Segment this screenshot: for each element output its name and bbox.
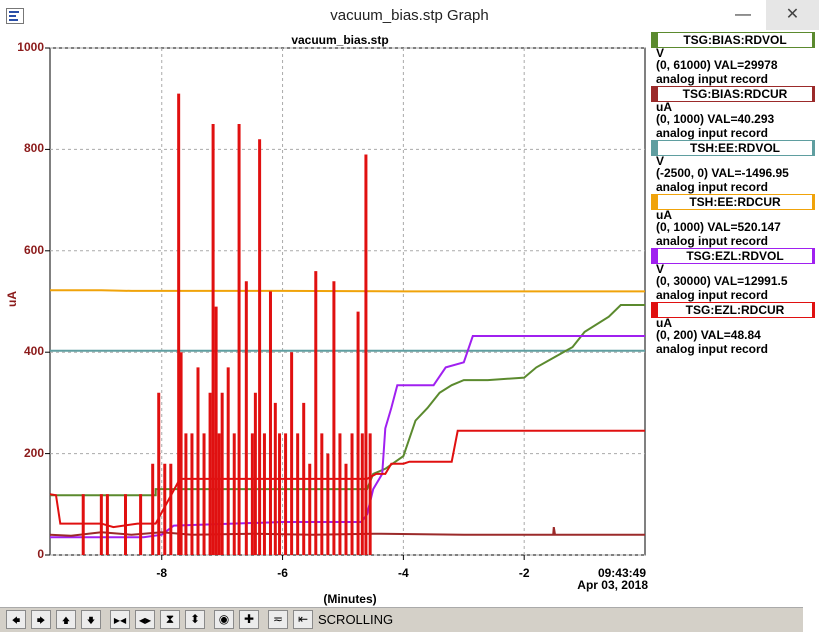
zoom-in-y-button[interactable]: ⧗ [160, 610, 180, 629]
legend-range-value: (-2500, 0) VAL=-1496.95 [656, 166, 789, 180]
y-tick-label: 800 [23, 141, 44, 156]
scroll-left-button[interactable]: 🡄 [6, 610, 26, 629]
x-axis-label: (Minutes) [323, 592, 377, 606]
crosshair-button[interactable]: ✚ [239, 610, 259, 629]
autoscale-icon: ≂ [272, 612, 284, 626]
close-button[interactable]: ✕ [766, 0, 819, 30]
legend-record-type: analog input record [656, 234, 769, 248]
minimize-button[interactable]: — [720, 0, 766, 30]
legend-range-value: (0, 1000) VAL=40.293 [656, 112, 775, 126]
plot-canvas[interactable] [0, 32, 650, 607]
x-tick-label: -8 [156, 566, 168, 580]
legend-item[interactable]: TSG:BIAS:RDVOL V (0, 61000) VAL=29978 analo… [651, 32, 819, 86]
y-axis-label: uA [5, 291, 19, 307]
title-bar: vacuum_bias.stp Graph — ✕ [0, 0, 819, 32]
legend-pv-name[interactable]: TSH:EE:RDCUR [651, 194, 815, 210]
crosshair-icon: ✚ [243, 612, 255, 626]
legend-item[interactable]: TSH:EE:RDVOL V (-2500, 0) VAL=-1496.95 anal… [651, 140, 819, 194]
legend-record-type: analog input record [656, 342, 769, 356]
legend-item[interactable]: TSG:EZL:RDCUR uA (0, 200) VAL=48.84 analog … [651, 302, 819, 356]
legend-record-type: analog input record [656, 288, 769, 302]
y-tick-label: 200 [23, 445, 44, 460]
x-tick-label: -4 [398, 566, 409, 580]
target-icon: ◉ [218, 612, 230, 626]
legend-pv-name[interactable]: TSH:EE:RDVOL [651, 140, 815, 156]
legend-item[interactable]: TSG:EZL:RDVOL V (0, 30000) VAL=12991.5 anal… [651, 248, 819, 302]
scroll-up-button[interactable]: 🡅 [56, 610, 76, 629]
legend-record-type: analog input record [656, 126, 769, 140]
arrow-left-icon: 🡄 [11, 616, 21, 625]
y-tick-label: 1000 [17, 40, 44, 54]
zoom-out-y-button[interactable]: ⬍ [185, 610, 205, 629]
legend-record-type: analog input record [656, 72, 769, 86]
toolbar: SCROLLING 🡄 🡆 🡅 🡇 ▶◀ ◀▶ ⧗ ⬍ ◉ ✚ ≂ ⇤ [0, 607, 803, 632]
legend-pv-name[interactable]: TSG:BIAS:RDVOL [651, 32, 815, 48]
arrow-down-icon: 🡇 [86, 616, 96, 625]
scroll-right-button[interactable]: 🡆 [31, 610, 51, 629]
legend-item[interactable]: TSH:EE:RDCUR uA (0, 1000) VAL=520.147 analo… [651, 194, 819, 248]
arrow-up-icon: 🡅 [61, 616, 71, 625]
scroll-mode-icon: ⇤ [297, 612, 309, 626]
zoom-in-x-button[interactable]: ▶◀ [110, 610, 130, 629]
legend-range-value: (0, 30000) VAL=12991.5 [656, 274, 788, 288]
zoom-out-x-button[interactable]: ◀▶ [135, 610, 155, 629]
zoom-out-x-icon: ◀▶ [138, 616, 152, 625]
zoom-in-x-icon: ▶◀ [113, 616, 127, 625]
center-button[interactable]: ◉ [214, 610, 234, 629]
legend-pv-name[interactable]: TSG:BIAS:RDCUR [651, 86, 815, 102]
scrolling-status: SCROLLING [318, 612, 394, 627]
legend-range-value: (0, 61000) VAL=29978 [656, 58, 778, 72]
x-tick-label: -2 [518, 566, 530, 580]
autoscale-button[interactable]: ≂ [268, 610, 288, 629]
y-tick-label: 0 [37, 547, 44, 561]
arrow-right-icon: 🡆 [36, 616, 46, 625]
scroll-down-button[interactable]: 🡇 [81, 610, 101, 629]
legend: TSG:BIAS:RDVOL V (0, 61000) VAL=29978 analo… [651, 32, 819, 356]
series-line [50, 289, 645, 293]
zoom-out-y-icon: ⬍ [189, 612, 201, 626]
zoom-in-y-icon: ⧗ [165, 612, 175, 626]
legend-pv-name[interactable]: TSG:EZL:RDCUR [651, 302, 815, 318]
legend-record-type: analog input record [656, 180, 769, 194]
status-date: Apr 03, 2018 [577, 578, 648, 592]
legend-range-value: (0, 1000) VAL=520.147 [656, 220, 781, 234]
legend-item[interactable]: TSG:BIAS:RDCUR uA (0, 1000) VAL=40.293 anal… [651, 86, 819, 140]
y-tick-label: 400 [23, 344, 44, 359]
scroll-mode-button[interactable]: ⇤ [293, 610, 313, 629]
y-tick-label: 600 [23, 242, 44, 257]
legend-range-value: (0, 200) VAL=48.84 [656, 328, 761, 342]
x-tick-label: -6 [277, 566, 288, 580]
legend-pv-name[interactable]: TSG:EZL:RDVOL [651, 248, 815, 264]
window-title: vacuum_bias.stp Graph [330, 7, 489, 24]
